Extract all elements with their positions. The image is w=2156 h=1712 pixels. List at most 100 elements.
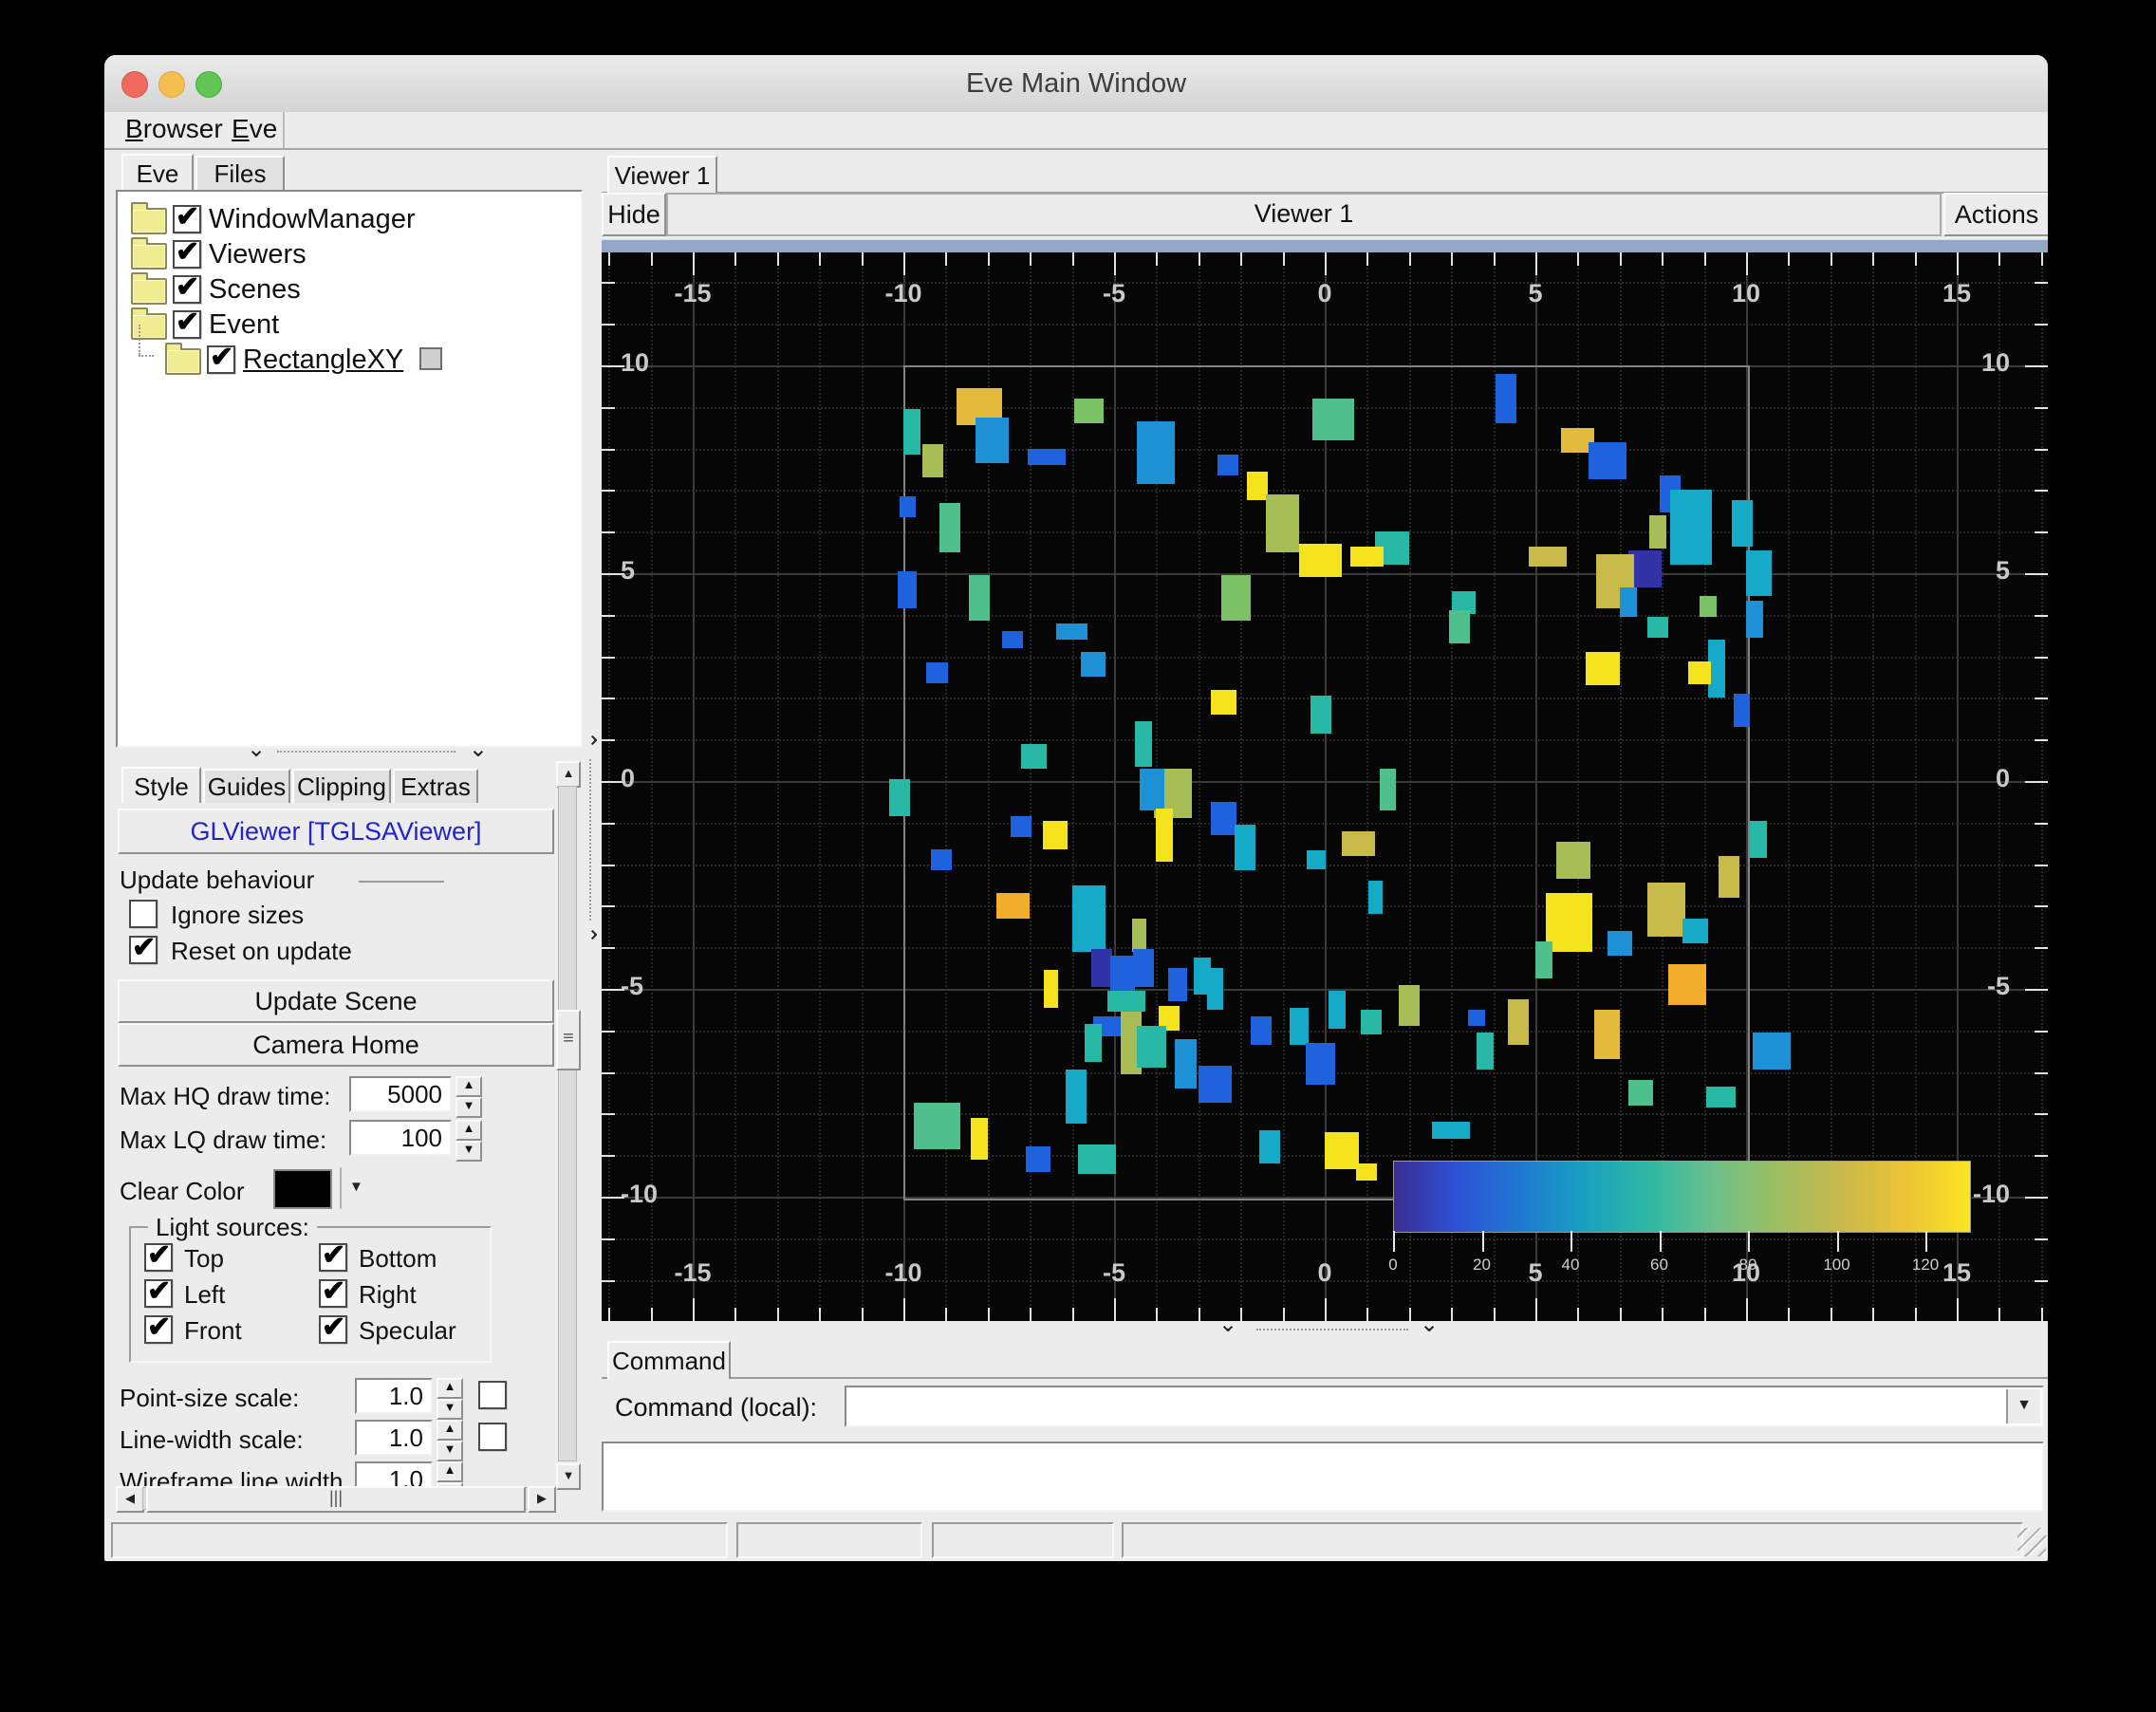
scene-rect[interactable]	[1607, 930, 1633, 956]
scene-rect[interactable]	[1594, 1009, 1620, 1060]
tree-row-windowmanager[interactable]: ✔ WindowManager	[118, 201, 581, 236]
scene-rect[interactable]	[1705, 1086, 1736, 1107]
scene-rect[interactable]	[1449, 610, 1471, 644]
scene-rect[interactable]	[922, 444, 944, 478]
scene-rect[interactable]	[1065, 1070, 1087, 1125]
checkbox-reset-on-update[interactable]: ✔	[129, 932, 158, 964]
tab-files[interactable]: Files	[195, 156, 285, 192]
scale-spin-buttons-0[interactable]: ▲ ▼	[437, 1378, 463, 1420]
scene-rect[interactable]	[1084, 1024, 1102, 1062]
tree-color-swatch[interactable]	[419, 347, 442, 370]
scene-rect[interactable]	[1043, 970, 1059, 1008]
scene-rect[interactable]	[1198, 1066, 1233, 1104]
scene-rect[interactable]	[1251, 1015, 1273, 1046]
scene-rect[interactable]	[1619, 587, 1637, 617]
tree-checkbox-viewers[interactable]: ✔	[173, 236, 201, 269]
scene-rect[interactable]	[1379, 768, 1397, 810]
pane-splitter[interactable]: ⌄ ⌄	[577, 152, 603, 1511]
scene-rect[interactable]	[1246, 471, 1269, 501]
scene-rect[interactable]	[1211, 689, 1236, 715]
scene-rect[interactable]	[1529, 546, 1568, 568]
tree-label-windowmanager[interactable]: WindowManager	[209, 204, 416, 235]
scene-rect[interactable]	[1349, 546, 1385, 568]
style-vscrollbar[interactable]: ▲ ≡ ▼	[556, 761, 581, 1490]
scene-rect[interactable]	[1719, 855, 1740, 898]
folder-icon[interactable]	[131, 202, 167, 234]
scroll-down-icon[interactable]: ▼	[556, 1463, 581, 1490]
scroll-track[interactable]	[558, 786, 577, 1461]
scene-rect[interactable]	[968, 575, 990, 622]
camera-home-button[interactable]: Camera Home	[118, 1023, 554, 1067]
scene-rect[interactable]	[1746, 600, 1763, 638]
scale-value-0[interactable]: 1.0	[355, 1378, 433, 1414]
scene-rect[interactable]	[1700, 596, 1717, 617]
light-checkbox-specular[interactable]: ✔	[319, 1312, 347, 1344]
scene-rect[interactable]	[1078, 1144, 1117, 1174]
tree-checkbox-event[interactable]: ✔	[173, 307, 201, 339]
tree-row-rectanglexy[interactable]: ✔ RectangleXY	[118, 325, 581, 377]
gl-viewport[interactable]: -15 -15 -10 -10 -5 -5 0 0 5 5 10 10 15 15 10 10 5 5 0 0 -5 -5…	[602, 252, 2048, 1321]
folder-icon[interactable]	[131, 237, 167, 270]
scene-rect[interactable]	[1175, 1038, 1197, 1089]
tree-row-scenes[interactable]: ✔ Scenes	[118, 271, 581, 307]
light-checkbox-right[interactable]: ✔	[319, 1275, 347, 1308]
collapse-up-icon[interactable]: ⌄	[247, 738, 266, 761]
scale-spin-buttons-1[interactable]: ▲ ▼	[437, 1420, 463, 1461]
scene-rect[interactable]	[1071, 884, 1106, 952]
tab-guides[interactable]: Guides	[203, 769, 290, 805]
scene-rect[interactable]	[903, 409, 920, 456]
scene-rect[interactable]	[1206, 968, 1224, 1010]
tree-label-event[interactable]: Event	[209, 309, 279, 341]
scene-rect[interactable]	[975, 417, 1009, 463]
scene-rect[interactable]	[1682, 918, 1708, 943]
scene-rect[interactable]	[1670, 490, 1713, 566]
scene-rect[interactable]	[1167, 968, 1187, 1002]
scene-rect[interactable]	[1137, 421, 1176, 484]
scene-rect[interactable]	[1535, 940, 1552, 978]
tab-style[interactable]: Style	[121, 767, 201, 805]
tree-checkbox-rectanglexy[interactable]: ✔	[207, 342, 235, 374]
scene-rect[interactable]	[914, 1103, 960, 1149]
spin-buttons-0[interactable]: ▲ ▼	[455, 1076, 482, 1118]
actions-button[interactable]: Actions	[1943, 193, 2048, 236]
tree-checkbox-scenes[interactable]: ✔	[173, 271, 201, 304]
tree-label-viewers[interactable]: Viewers	[209, 239, 307, 270]
scene-rect[interactable]	[1156, 808, 1174, 863]
collapse-icon[interactable]: ⌄	[1218, 1313, 1237, 1336]
scene-rect[interactable]	[1648, 514, 1666, 549]
scene-rect[interactable]	[1360, 1009, 1382, 1035]
scene-rect[interactable]	[1002, 631, 1024, 648]
eve-object-tree[interactable]: ✔ WindowManager ✔ Viewers ✔ Scenes ✔ Event ✔ Rect…	[116, 190, 583, 748]
viewer-bottom-splitter[interactable]: ⌄ ⌄	[602, 1313, 2048, 1340]
scene-rect[interactable]	[1133, 949, 1155, 987]
scene-rect[interactable]	[1137, 1026, 1167, 1069]
scene-rect[interactable]	[1646, 617, 1668, 638]
hide-button[interactable]: Hide	[602, 193, 666, 236]
scene-rect[interactable]	[1627, 1080, 1654, 1106]
scene-rect[interactable]	[1310, 696, 1331, 734]
scene-rect[interactable]	[1750, 820, 1768, 858]
scene-rect[interactable]	[1073, 399, 1104, 424]
scene-rect[interactable]	[1090, 949, 1112, 987]
scene-rect[interactable]	[1341, 830, 1376, 856]
scene-rect[interactable]	[1356, 1163, 1378, 1181]
scroll-right-icon[interactable]: ▶	[528, 1486, 556, 1513]
tree-splitter[interactable]: ⌄ ⌄	[116, 738, 579, 761]
spin-value-1[interactable]: 100	[349, 1120, 452, 1156]
scene-rect[interactable]	[926, 662, 948, 684]
tab-clipping[interactable]: Clipping	[292, 769, 391, 805]
command-dropdown-icon[interactable]: ▼	[2006, 1389, 2040, 1424]
scene-rect[interactable]	[1752, 1033, 1791, 1070]
tree-checkbox-windowmanager[interactable]: ✔	[173, 201, 201, 233]
scene-rect[interactable]	[1131, 918, 1147, 952]
scene-rect[interactable]	[1432, 1122, 1471, 1139]
scene-rect[interactable]	[1468, 1009, 1485, 1027]
scale-checkbox-1[interactable]	[478, 1423, 507, 1451]
scene-rect[interactable]	[1028, 448, 1066, 466]
scroll-left-icon[interactable]: ◀	[116, 1486, 144, 1513]
scene-rect[interactable]	[1025, 1146, 1051, 1172]
checkbox-ignore-sizes[interactable]	[129, 900, 158, 928]
spin-up-icon[interactable]: ▲	[437, 1461, 463, 1482]
scene-rect[interactable]	[939, 502, 960, 553]
spin-up-icon[interactable]: ▲	[437, 1420, 463, 1441]
